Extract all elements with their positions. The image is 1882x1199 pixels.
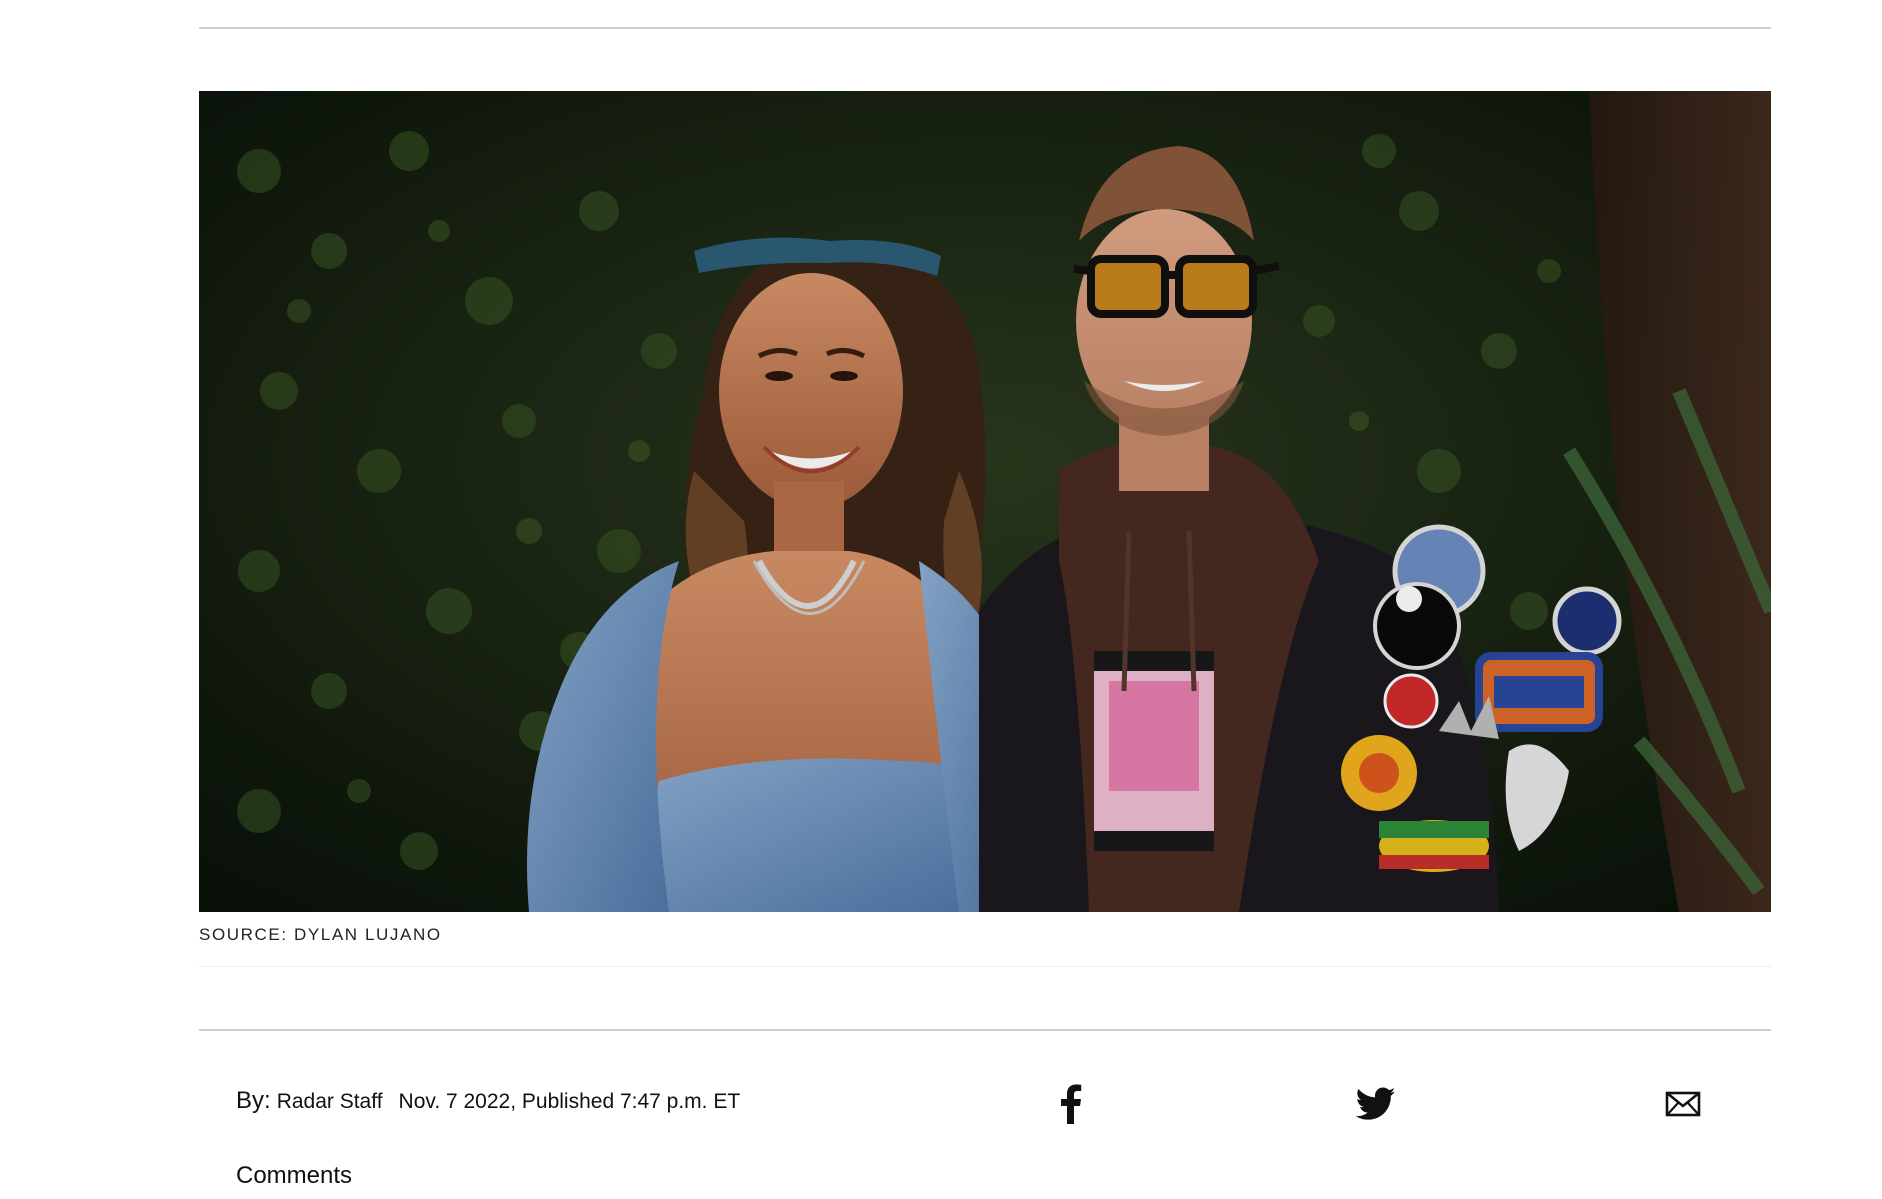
article-byline: By: Radar Staff Nov. 7 2022, Published 7… [236, 1087, 740, 1115]
share-facebook-button[interactable] [1046, 1080, 1094, 1128]
facebook-icon [1061, 1084, 1082, 1124]
hero-image[interactable] [199, 91, 1771, 912]
author-link[interactable]: Radar Staff [277, 1090, 383, 1114]
publish-date: Nov. 7 2022, Published 7:47 p.m. ET [398, 1090, 741, 1113]
top-divider [199, 27, 1771, 29]
share-email-button[interactable] [1659, 1080, 1707, 1128]
article-page: SOURCE: DYLAN LUJANO By: Radar Staff Nov… [0, 0, 1882, 1199]
caption-divider [199, 966, 1771, 967]
share-twitter-button[interactable] [1352, 1080, 1400, 1128]
byline-label: By: [236, 1087, 271, 1114]
hero-image-caption: SOURCE: DYLAN LUJANO [199, 925, 442, 944]
byline-divider [199, 1029, 1771, 1031]
twitter-icon [1356, 1087, 1396, 1120]
comments-link[interactable]: Comments [236, 1162, 352, 1190]
hero-photo-illustration [199, 91, 1771, 912]
mail-icon [1665, 1091, 1701, 1117]
